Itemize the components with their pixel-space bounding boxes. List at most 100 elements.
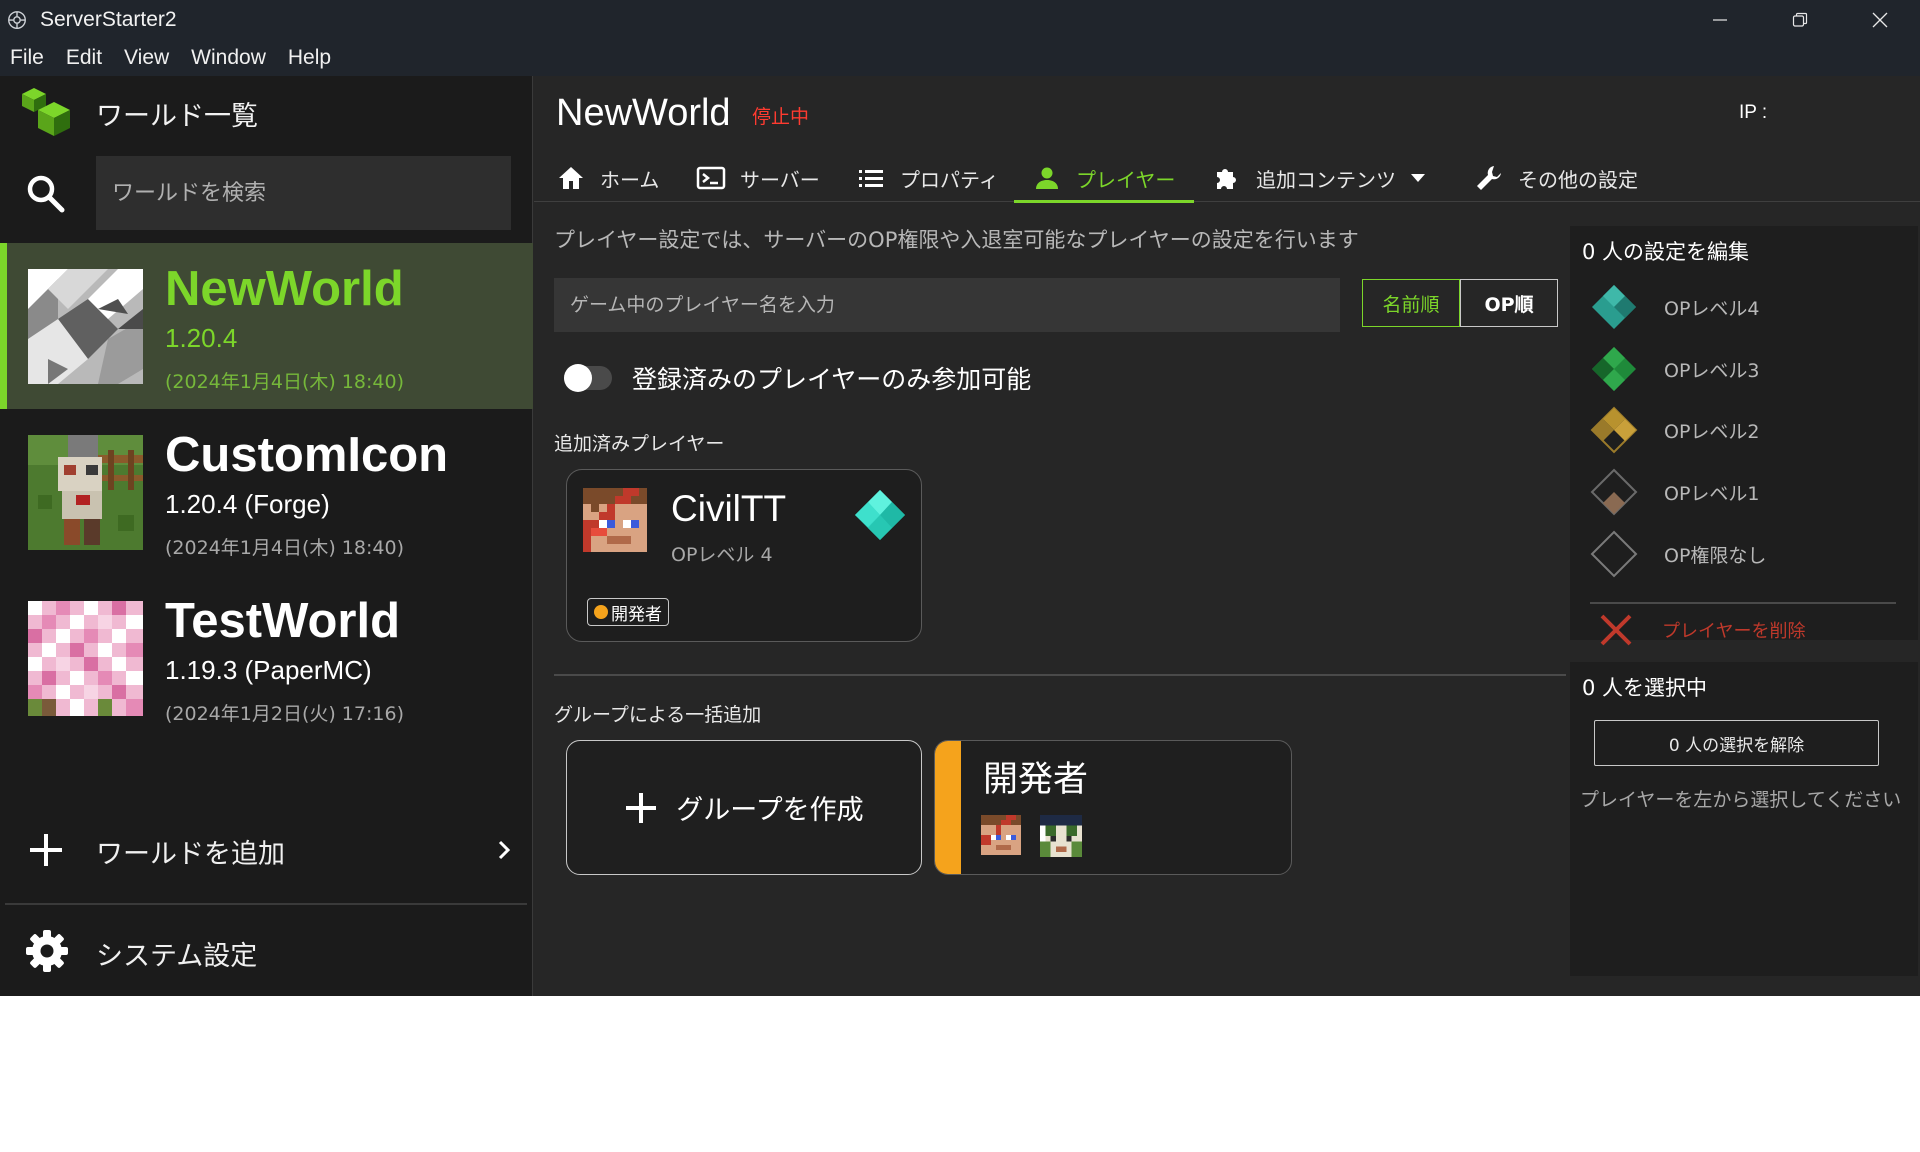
status-badge: 停止中 [752,106,810,128]
world-item-customicon[interactable]: CustomIcon 1.20.4 (Forge) (2024年1月4日(木) … [0,409,533,575]
add-world-label: ワールドを追加 [96,839,285,870]
op-level-label: OPレベル1 [1664,482,1760,505]
toggle-knob [564,364,592,392]
player-name: CivilTT [671,488,787,529]
group-badge-label: 開発者 [611,604,662,625]
whitelist-toggle-label: 登録済みのプレイヤーのみ参加可能 [632,365,1032,394]
menu-bar: File Edit View Window Help [0,40,1920,76]
logo-icon [22,88,70,136]
op-level-2-icon [1590,406,1638,454]
tab-label: プロパティ [900,167,999,192]
tab-additional-content[interactable]: 追加コンテンツ [1212,154,1426,202]
world-thumbnail [28,435,143,550]
puzzle-icon [1217,169,1236,189]
list-icon [859,170,883,187]
tab-bar: ホーム サーバー プロパティ プレイヤー 追加コンテンツ その他の設定 [534,154,1920,203]
selection-hint: プレイヤーを左から選択してください [1580,789,1902,811]
world-title: NewWorld [556,92,731,134]
player-name-input[interactable] [554,278,1340,332]
world-version: 1.20.4 [165,323,238,353]
player-op-level: OPレベル 4 [671,544,773,566]
minimize-button[interactable] [1680,0,1760,40]
sort-by-op-button[interactable]: OP順 [1460,279,1558,327]
world-date: (2024年1月4日(木) 18:40) [165,371,404,393]
added-players-label: 追加済みプレイヤー [554,433,725,455]
tab-label: ホーム [600,167,660,192]
world-name: NewWorld [165,262,404,316]
create-group-label: グループを作成 [676,795,864,826]
op-level-1-option[interactable]: OPレベル1 [1590,467,1890,517]
menu-file[interactable]: File [10,46,44,70]
close-icon [1872,12,1888,28]
tab-label: サーバー [740,167,820,192]
person-icon [1036,167,1058,189]
dropdown-arrow-icon[interactable] [1410,173,1426,183]
console-icon [696,166,726,190]
group-card[interactable]: 開発者 [934,740,1292,875]
tab-players[interactable]: プレイヤー [1014,154,1194,203]
tab-server[interactable]: サーバー [696,154,820,202]
group-color-dot [594,605,608,619]
whitelist-toggle-row: 登録済みのプレイヤーのみ参加可能 [564,358,1031,398]
selection-indicator [0,243,7,409]
op-level-label: OPレベル2 [1664,420,1760,443]
title-bar: ServerStarter2 [0,0,1920,40]
menu-edit[interactable]: Edit [66,46,102,70]
tab-label: プレイヤー [1076,167,1176,192]
app-body: ワールド一覧 Ne [0,76,1920,996]
op-level-label: OP権限なし [1664,544,1767,567]
menu-help[interactable]: Help [288,46,331,70]
world-version: 1.20.4 (Forge) [165,489,330,519]
system-settings-button[interactable]: システム設定 [0,916,533,986]
tab-home[interactable]: ホーム [556,154,659,202]
restore-button[interactable] [1760,0,1840,40]
op-none-icon [1590,530,1638,578]
op-none-option[interactable]: OP権限なし [1590,529,1890,579]
op-level-label: OPレベル3 [1664,359,1760,382]
window-title: ServerStarter2 [40,8,177,31]
sort-by-name-button[interactable]: 名前順 [1362,279,1460,327]
home-icon [559,167,583,189]
op-level-2-option[interactable]: OPレベル2 [1590,405,1890,455]
close-icon [1600,614,1632,646]
world-date: (2024年1月4日(木) 18:40) [165,537,404,559]
member-avatar [981,815,1021,855]
op-panel-title: 0 人の設定を編集 [1582,240,1750,264]
whitelist-toggle[interactable] [564,364,612,392]
close-button[interactable] [1840,0,1920,40]
op-level-4-icon [1592,285,1636,329]
world-name: CustomIcon [165,428,449,482]
group-color-strip [935,741,961,874]
delete-player-button[interactable]: プレイヤーを削除 [1590,610,1805,650]
member-avatar [1040,815,1082,857]
world-item-testworld[interactable]: TestWorld 1.19.3 (PaperMC) (2024年1月2日(火)… [0,575,533,741]
world-search-input[interactable] [96,156,511,230]
op-level-3-icon [1592,347,1636,391]
app-icon [8,11,26,29]
group-name: 開発者 [983,760,1089,800]
restore-icon [1792,12,1808,27]
world-list-header: ワールド一覧 [0,76,533,148]
player-settings-description: プレイヤー設定では、サーバーのOP権限や入退室可能なプレイヤーの設定を行います [554,228,1359,252]
add-world-button[interactable]: ワールドを追加 [0,816,533,886]
deselect-button[interactable]: 0 人の選択を解除 [1594,720,1879,766]
tab-properties[interactable]: プロパティ [856,154,999,202]
tab-other-settings[interactable]: その他の設定 [1474,154,1638,202]
plus-icon [626,792,657,823]
ip-address: IP : [1739,102,1768,123]
op-level-4-option[interactable]: OPレベル4 [1590,282,1890,332]
sort-toggle: 名前順 OP順 [1362,279,1558,327]
op-level-label: OPレベル4 [1664,297,1760,320]
group-add-label: グループによる一括追加 [554,704,762,726]
sidebar: ワールド一覧 Ne [0,76,533,996]
create-group-button[interactable]: グループを作成 [566,740,922,875]
world-item-newworld[interactable]: NewWorld 1.20.4 (2024年1月4日(木) 18:40) [0,243,533,409]
menu-view[interactable]: View [124,46,169,70]
op-level-3-option[interactable]: OPレベル3 [1590,344,1890,394]
player-card[interactable]: CivilTT OPレベル 4 開発者 [566,469,922,642]
op-level-4-icon [855,490,905,540]
world-thumbnail [28,269,143,384]
menu-window[interactable]: Window [191,46,266,70]
tab-label: 追加コンテンツ [1256,167,1396,192]
world-search [0,156,533,230]
